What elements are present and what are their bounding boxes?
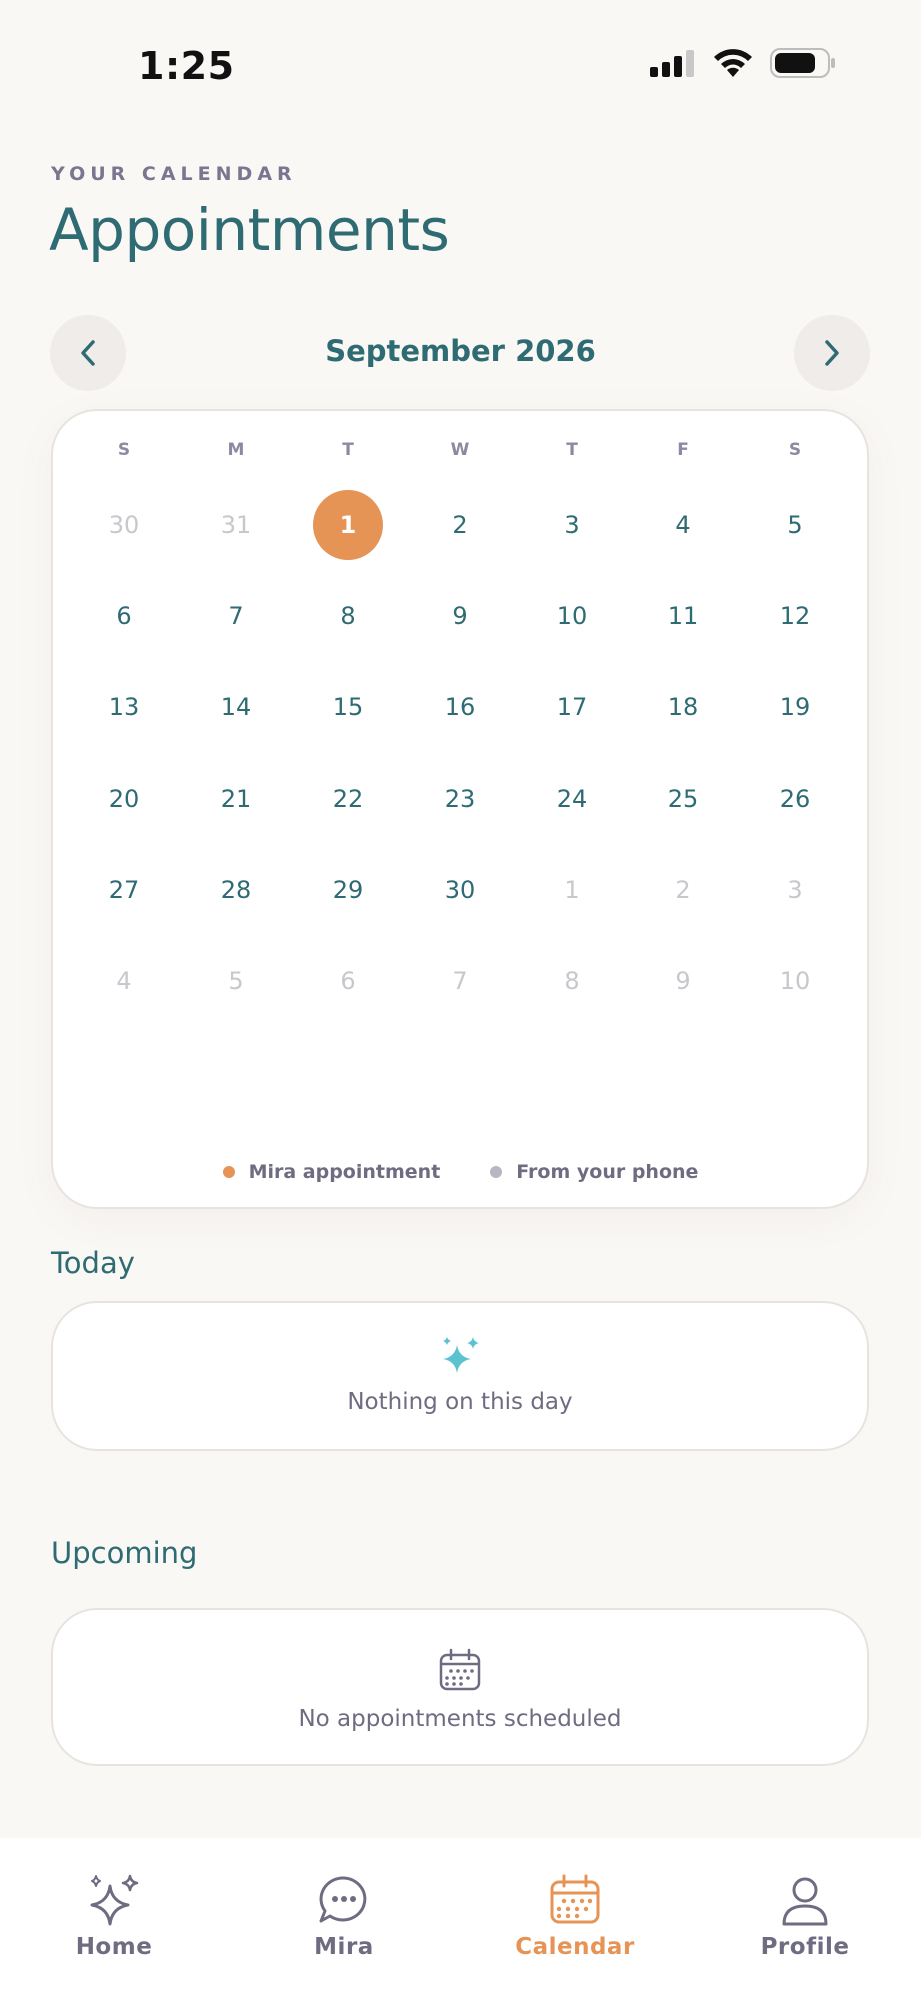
calendar-icon — [439, 1648, 481, 1691]
calendar-day[interactable]: 23 — [425, 764, 495, 834]
calendar-day[interactable]: 17 — [537, 672, 607, 742]
weekday-label: W — [450, 440, 470, 460]
calendar-day[interactable]: 9 — [648, 946, 718, 1016]
calendar-day[interactable]: 22 — [313, 764, 383, 834]
weekday-label: S — [788, 440, 802, 460]
calendar-day[interactable]: 8 — [313, 581, 383, 651]
chevron-right-icon — [825, 340, 839, 366]
upcoming-empty-text: No appointments scheduled — [298, 1706, 622, 1732]
calendar-day[interactable]: 16 — [425, 672, 495, 742]
next-month-button[interactable] — [794, 315, 870, 391]
calendar-legend: Mira appointment From your phone — [0, 1161, 921, 1183]
weekday-label: S — [117, 440, 131, 460]
page-title: Appointments — [49, 196, 450, 264]
legend-item-phone: From your phone — [490, 1161, 698, 1183]
legend-dot-icon — [490, 1166, 503, 1178]
tab-label: Mira — [314, 1934, 374, 1960]
weekday-label: F — [677, 440, 689, 460]
calendar-day-today[interactable]: 1 — [313, 490, 383, 560]
calendar-day[interactable]: 10 — [760, 946, 830, 1016]
calendar-day[interactable]: 18 — [648, 672, 718, 742]
calendar-day[interactable]: 2 — [425, 490, 495, 560]
calendar-day[interactable]: 3 — [760, 855, 830, 925]
weekday-label: M — [227, 440, 245, 460]
calendar-day[interactable]: 31 — [201, 490, 271, 560]
calendar-day[interactable]: 10 — [537, 581, 607, 651]
calendar-day[interactable]: 25 — [648, 764, 718, 834]
status-icons — [650, 48, 836, 78]
calendar-day[interactable]: 12 — [760, 581, 830, 651]
tab-calendar[interactable]: Calendar — [495, 1872, 655, 1960]
calendar-day[interactable]: 8 — [537, 946, 607, 1016]
upcoming-section-title: Upcoming — [51, 1536, 198, 1570]
calendar-day[interactable]: 2 — [648, 855, 718, 925]
tab-home[interactable]: Home — [34, 1872, 194, 1960]
tab-label: Profile — [760, 1934, 850, 1960]
calendar-day[interactable]: 6 — [313, 946, 383, 1016]
calendar-day[interactable]: 11 — [648, 581, 718, 651]
legend-item-mira: Mira appointment — [222, 1161, 441, 1183]
person-icon — [782, 1877, 828, 1926]
legend-dot-icon — [222, 1166, 235, 1178]
today-section-title: Today — [51, 1246, 135, 1280]
page-eyebrow: YOUR CALENDAR — [51, 163, 297, 185]
calendar-day[interactable]: 26 — [760, 764, 830, 834]
tab-label: Home — [75, 1934, 153, 1960]
weekday-label: T — [342, 440, 354, 460]
battery-icon — [770, 48, 835, 78]
calendar-day[interactable]: 5 — [201, 946, 271, 1016]
calendar-day[interactable]: 24 — [537, 764, 607, 834]
calendar-day[interactable]: 7 — [201, 581, 271, 651]
calendar-day[interactable]: 14 — [201, 672, 271, 742]
calendar-day[interactable]: 9 — [425, 581, 495, 651]
calendar-day[interactable]: 1 — [537, 855, 607, 925]
weekday-label: T — [566, 440, 578, 460]
tab-label: Calendar — [515, 1934, 635, 1960]
sparkles-icon — [90, 1874, 139, 1926]
calendar-day[interactable]: 6 — [89, 581, 159, 651]
calendar-day[interactable]: 30 — [89, 490, 159, 560]
calendar-day[interactable]: 5 — [760, 490, 830, 560]
calendar-day[interactable]: 19 — [760, 672, 830, 742]
calendar-day[interactable]: 27 — [89, 855, 159, 925]
calendar-day[interactable]: 29 — [313, 855, 383, 925]
chat-bubble-icon — [319, 1876, 367, 1923]
calendar-day[interactable]: 20 — [89, 764, 159, 834]
calendar-day[interactable]: 30 — [425, 855, 495, 925]
sparkles-icon — [443, 1337, 479, 1373]
calendar-day[interactable]: 3 — [537, 490, 607, 560]
legend-label: From your phone — [516, 1161, 699, 1183]
month-label: September 2026 — [325, 334, 596, 368]
calendar-day[interactable]: 21 — [201, 764, 271, 834]
status-time: 1:25 — [138, 44, 235, 88]
calendar-day[interactable]: 28 — [201, 855, 271, 925]
calendar-day[interactable]: 4 — [648, 490, 718, 560]
legend-label: Mira appointment — [248, 1161, 441, 1183]
tab-mira[interactable]: Mira — [264, 1872, 424, 1960]
cellular-signal-icon — [650, 50, 694, 77]
calendar-day[interactable]: 13 — [89, 672, 159, 742]
calendar-day[interactable]: 15 — [313, 672, 383, 742]
calendar-day[interactable]: 7 — [425, 946, 495, 1016]
today-empty-card: Nothing on this day — [51, 1301, 869, 1451]
wifi-icon — [714, 49, 752, 77]
calendar-icon — [550, 1874, 600, 1924]
tab-profile[interactable]: Profile — [725, 1872, 885, 1960]
today-empty-text: Nothing on this day — [347, 1389, 573, 1415]
upcoming-empty-card: No appointments scheduled — [51, 1608, 869, 1766]
calendar-day[interactable]: 4 — [89, 946, 159, 1016]
